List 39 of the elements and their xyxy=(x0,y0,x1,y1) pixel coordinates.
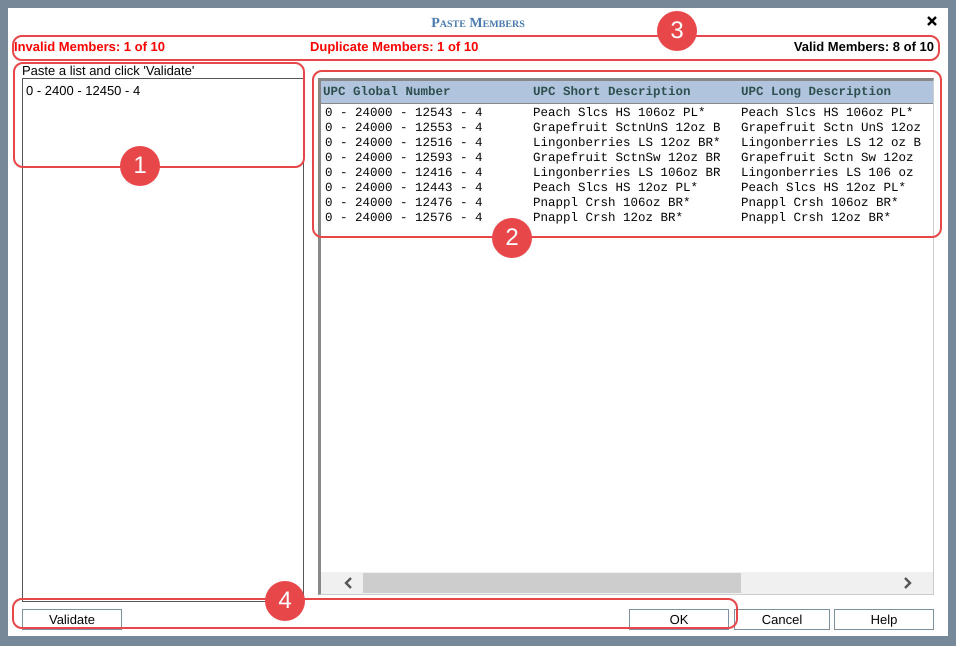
table-cell-text: 0 - 24000 - 12476 - 4 xyxy=(324,196,484,211)
table-cell-text: 0 - 24000 - 12543 - 4 xyxy=(324,106,484,121)
table-cell-text: 0 - 24000 - 12516 - 4 xyxy=(324,136,484,151)
paste-label: Paste a list and click 'Validate' xyxy=(22,64,196,78)
dialog-title: Paste Members xyxy=(431,14,525,32)
table-cell-text: 0 - 24000 - 12593 - 4 xyxy=(324,151,484,166)
table-cell-text: 0 - 24000 - 12416 - 4 xyxy=(324,166,484,181)
table-cell-text: Lingonberries LS 12oz BR* xyxy=(532,136,722,151)
valid-count: Valid Members: 8 of 10 xyxy=(794,38,934,56)
table-cell-text: Lingonberries LS 12 oz B xyxy=(740,136,922,151)
table-cell-text: Grapefruit SctnSw 12oz BR xyxy=(532,151,722,166)
table-cell-text: Grapefruit SctnUnS 12oz B xyxy=(532,121,722,136)
horizontal-scrollbar[interactable] xyxy=(321,572,933,594)
scrollbar-thumb[interactable] xyxy=(363,573,741,593)
table-cell-text: Peach Slcs HS 106oz PL* xyxy=(532,106,707,121)
cancel-button[interactable]: Cancel xyxy=(734,608,830,630)
table-cell-text: Peach Slcs HS 12oz PL* xyxy=(740,181,908,196)
invalid-count: Invalid Members: 1 of 10 xyxy=(14,38,166,56)
column-header[interactable]: UPC Global Number xyxy=(321,82,531,102)
duplicate-count: Duplicate Members: 1 of 10 xyxy=(310,38,478,56)
table-cell-text: Grapefruit Sctn Sw 12oz xyxy=(740,151,915,166)
table-cell-text: Peach Slcs HS 12oz PL* xyxy=(532,181,700,196)
table-cell-text: Pnappl Crsh 106oz BR* xyxy=(532,196,692,211)
table-cell-text: Peach Slcs HS 106oz PL* xyxy=(740,106,915,121)
column-header[interactable]: UPC Short Description xyxy=(531,82,739,102)
ok-button[interactable]: OK xyxy=(629,608,729,630)
table-cell-text: Pnappl Crsh 12oz BR* xyxy=(532,211,684,226)
table-cell-text: Pnappl Crsh 12oz BR* xyxy=(740,211,892,226)
close-icon[interactable] xyxy=(926,15,938,27)
table-cell-text: Pnappl Crsh 106oz BR* xyxy=(740,196,900,211)
table-cell-text: Lingonberries LS 106oz BR xyxy=(532,166,722,181)
table-cell-text: Lingonberries LS 106 oz xyxy=(740,166,915,181)
table-cell-text: 0 - 24000 - 12443 - 4 xyxy=(324,181,484,196)
table-cell-text: 0 - 24000 - 12576 - 4 xyxy=(324,211,484,226)
table-cell-text: Grapefruit Sctn UnS 12oz xyxy=(740,121,922,136)
column-header[interactable]: UPC Long Description xyxy=(739,82,933,102)
table-cell-text: 0 - 24000 - 12553 - 4 xyxy=(324,121,484,136)
validate-button[interactable]: Validate xyxy=(22,608,122,630)
help-button[interactable]: Help xyxy=(834,608,934,630)
